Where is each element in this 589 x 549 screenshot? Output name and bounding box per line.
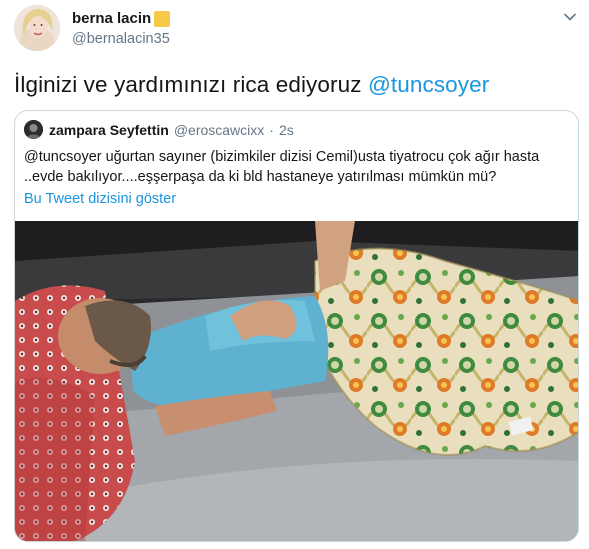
author-name[interactable]: berna lacin xyxy=(72,10,171,27)
profile-photo-icon xyxy=(24,120,43,139)
quoted-author-handle[interactable]: @eroscawcixx xyxy=(174,122,264,138)
author-avatar[interactable] xyxy=(14,5,60,51)
show-thread-link[interactable]: Bu Tweet dizisini göster xyxy=(24,191,176,207)
tweet-text: İlginizi ve yardımınızı rica ediyoruz @t… xyxy=(14,72,489,98)
quoted-text-line: @tuncsoyer uğurtan sayıner (bizimkiler d… xyxy=(24,149,540,165)
profile-photo-icon xyxy=(14,5,60,51)
quoted-tweet-text: @tuncsoyer uğurtan sayıner (bizimkiler d… xyxy=(24,147,569,187)
tweet-body: İlginizi ve yardımınızı rica ediyoruz xyxy=(14,72,362,97)
author-display-name[interactable]: berna lacin xyxy=(72,10,151,27)
tweet-card[interactable]: berna lacin @bernalacin35 İlginizi ve ya… xyxy=(0,0,589,549)
tweet-photo[interactable] xyxy=(15,221,578,541)
quoted-tweet-header: zampara Seyfettin @eroscawcixx · 2s xyxy=(24,120,294,139)
quoted-text-line: ..evde bakılıyor....eşşerpaşa da ki bld … xyxy=(24,169,497,185)
quoted-tweet[interactable]: zampara Seyfettin @eroscawcixx · 2s @tun… xyxy=(14,110,579,542)
patient-photo-image xyxy=(15,221,578,541)
author-handle[interactable]: @bernalacin35 xyxy=(72,31,170,47)
quoted-tweet-time[interactable]: 2s xyxy=(279,122,294,138)
mention-link[interactable]: @tuncsoyer xyxy=(368,72,489,97)
separator-dot: · xyxy=(269,121,274,138)
quoted-author-name[interactable]: zampara Seyfettin xyxy=(49,122,169,138)
chevron-down-icon[interactable] xyxy=(563,10,577,24)
quoted-author-avatar[interactable] xyxy=(24,120,43,139)
yellow-heart-emoji-icon xyxy=(154,10,171,27)
